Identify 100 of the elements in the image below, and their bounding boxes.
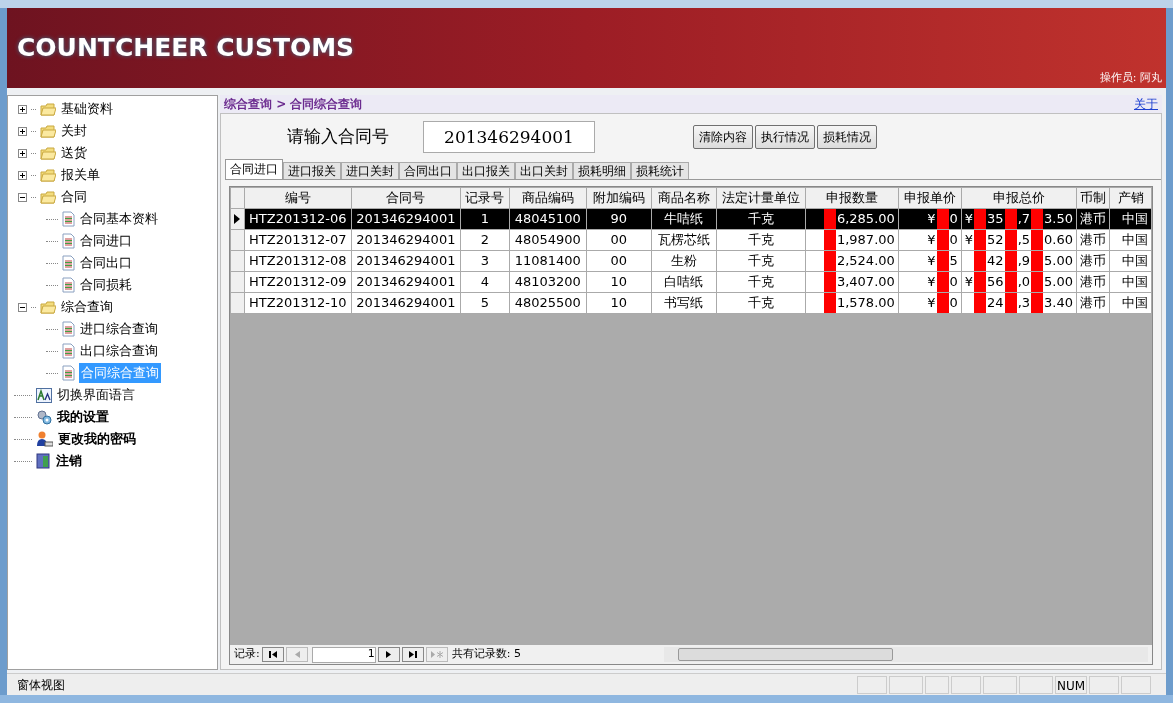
gears-icon: [36, 409, 52, 425]
table-cell: 中国: [1109, 271, 1152, 292]
cell-text-fragment: ,7: [1017, 209, 1031, 228]
redaction-mark: [974, 251, 987, 270]
horizontal-scrollbar[interactable]: [663, 647, 1148, 662]
table-cell: 千克: [716, 250, 806, 271]
table-cell: 中国: [1109, 208, 1152, 229]
scrollbar-thumb[interactable]: [677, 648, 893, 661]
tree-item[interactable]: 合同损耗: [79, 275, 133, 295]
contract-number-field[interactable]: 201346294001: [423, 121, 595, 153]
expand-icon[interactable]: [18, 148, 27, 158]
table-cell: 48103200: [509, 271, 587, 292]
collapse-icon[interactable]: [18, 192, 27, 202]
redaction-mark: [1004, 209, 1017, 228]
toolbar-button[interactable]: 清除内容: [693, 125, 753, 149]
folder-icon: [40, 102, 56, 116]
tab[interactable]: 损耗统计: [631, 162, 689, 179]
table-cell: 千克: [716, 208, 806, 229]
column-header[interactable]: 商品编码: [509, 187, 587, 208]
tree-item[interactable]: 更改我的密码: [57, 429, 137, 449]
redaction-mark: [1031, 230, 1044, 249]
expand-icon[interactable]: [18, 104, 27, 114]
last-icon: [407, 650, 418, 659]
column-header[interactable]: 编号: [244, 187, 352, 208]
tree-item[interactable]: 基础资料: [60, 99, 114, 119]
tree-item[interactable]: 合同进口: [79, 231, 133, 251]
tree-item[interactable]: 合同: [60, 187, 88, 207]
table-cell: HTZ201312-08: [244, 250, 352, 271]
first-record-button[interactable]: [261, 647, 284, 662]
last-record-button[interactable]: [401, 647, 424, 662]
tab[interactable]: 损耗明细: [573, 162, 631, 179]
folder-icon: [40, 300, 56, 314]
table-cell: 千克: [716, 271, 806, 292]
column-header[interactable]: 法定计量单位: [716, 187, 806, 208]
tab[interactable]: 出口报关: [457, 162, 515, 179]
num-lock-indicator: NUM: [1055, 675, 1088, 694]
expand-icon[interactable]: [18, 170, 27, 180]
table-cell: 00: [586, 250, 652, 271]
toolbar-button[interactable]: 执行情况: [755, 125, 815, 149]
expand-icon[interactable]: [18, 126, 27, 136]
cell-text-fragment: ¥: [927, 251, 936, 270]
column-header[interactable]: 申报数量: [805, 187, 899, 208]
tree-item[interactable]: 关封: [60, 121, 88, 141]
new-record-icon: [429, 650, 444, 659]
column-header[interactable]: 币制: [1076, 187, 1110, 208]
tab[interactable]: 合同进口: [225, 159, 283, 179]
document-icon: [62, 365, 75, 381]
redaction-mark: [1031, 209, 1044, 228]
redaction-mark: [1031, 251, 1044, 270]
cell-text-fragment: ¥: [927, 272, 936, 291]
cell-text-fragment: ,3: [1017, 293, 1031, 312]
tab[interactable]: 进口报关: [283, 162, 341, 179]
about-link[interactable]: 关于: [1134, 95, 1158, 113]
table-cell: 201346294001: [351, 250, 461, 271]
cell-text-fragment: 1,578.00: [836, 293, 895, 312]
column-header[interactable]: 附加编码: [586, 187, 652, 208]
tree-item[interactable]: 我的设置: [56, 407, 110, 427]
tree-item[interactable]: 切换界面语言: [56, 385, 136, 405]
collapse-icon[interactable]: [18, 302, 27, 312]
folder-icon: [40, 146, 56, 160]
redaction-mark: [936, 230, 949, 249]
tree-item[interactable]: 出口综合查询: [79, 341, 159, 361]
tree-item[interactable]: 注销: [55, 451, 83, 471]
tab[interactable]: 合同出口: [399, 162, 457, 179]
tree-item[interactable]: 综合查询: [60, 297, 114, 317]
record-number-field[interactable]: 1: [311, 646, 376, 663]
redaction-mark: [1004, 293, 1017, 312]
tree-item[interactable]: 合同基本资料: [79, 209, 159, 229]
document-icon: [62, 233, 75, 249]
table-cell: 00: [586, 229, 652, 250]
table-cell: 港币: [1076, 292, 1110, 313]
column-header[interactable]: 合同号: [351, 187, 461, 208]
column-header[interactable]: 产销: [1109, 187, 1152, 208]
cell-text-fragment: 6,285.00: [836, 209, 895, 228]
column-header[interactable]: 申报单价: [898, 187, 962, 208]
table-cell: 5: [460, 292, 510, 313]
cell-text-fragment: 3.40: [1044, 293, 1073, 312]
column-header[interactable]: 记录号: [460, 187, 510, 208]
redaction-mark: [936, 272, 949, 291]
tab[interactable]: 出口关封: [515, 162, 573, 179]
document-icon: [62, 255, 75, 271]
next-record-button[interactable]: [377, 647, 400, 662]
tree-item[interactable]: 报关单: [60, 165, 101, 185]
table-cell: 201346294001: [351, 271, 461, 292]
tree-item[interactable]: 合同出口: [79, 253, 133, 273]
column-header[interactable]: 商品名称: [651, 187, 717, 208]
cell-text-fragment: 56: [987, 272, 1004, 291]
table-cell: 11081400: [509, 250, 587, 271]
record-count: 共有记录数: 5: [451, 646, 522, 663]
column-header[interactable]: 申报总价: [961, 187, 1077, 208]
tree-item[interactable]: 进口综合查询: [79, 319, 159, 339]
redaction-mark: [1031, 293, 1044, 312]
table-cell: 港币: [1076, 229, 1110, 250]
tab[interactable]: 进口关封: [341, 162, 399, 179]
table-cell: HTZ201312-09: [244, 271, 352, 292]
cell-text-fragment: 0: [949, 230, 958, 249]
table-cell: 中国: [1109, 292, 1152, 313]
redaction-mark: [974, 209, 987, 228]
tree-item[interactable]: 送货: [60, 143, 88, 163]
toolbar-button[interactable]: 损耗情况: [817, 125, 877, 149]
